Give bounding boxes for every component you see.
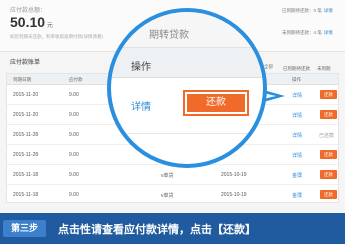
table-row: 2015-11-18 9.00 v单贷 2015-10-19 金璞 还款 bbox=[7, 165, 338, 185]
col-header-date: 到期日期 bbox=[13, 77, 31, 82]
row-date2: 2015-10-19 bbox=[221, 172, 247, 178]
col-header-due: 已到期待还款 bbox=[283, 66, 310, 71]
undue-detail-link[interactable]: 详情 bbox=[324, 30, 333, 35]
magnifier-header: 操作 bbox=[111, 48, 263, 78]
col-header-op: 操作 bbox=[292, 77, 301, 82]
overdue-note: 如您到期未还款，利率收取逾期付款(详情请看) bbox=[10, 34, 103, 39]
table-row: 2015-11-18 9.00 v单贷 2015-10-19 金璞 还款 bbox=[7, 185, 338, 205]
col-header-undue: 未到期 bbox=[317, 66, 331, 71]
row-pay-button[interactable]: 还款 bbox=[320, 90, 337, 99]
col-header-amount: 应付款 bbox=[69, 77, 83, 82]
row-detail-link[interactable]: 详情 bbox=[292, 132, 302, 139]
due-detail-link[interactable]: 详情 bbox=[324, 8, 333, 13]
due-count-line: 已到期待还款：0 笔详情 bbox=[282, 8, 344, 14]
row-detail-link[interactable]: 金璞 bbox=[292, 192, 302, 199]
row-pay-button[interactable]: 还款 bbox=[320, 150, 337, 159]
row-date: 2015-11-28 bbox=[13, 132, 39, 138]
row-pay-button[interactable]: 还款 bbox=[320, 170, 337, 179]
row-date: 2015-11-20 bbox=[13, 92, 39, 98]
magnifier-tab-strip: 期转贷款 bbox=[111, 12, 263, 48]
row-product: v单贷 bbox=[161, 173, 174, 179]
instruction-bar: 第三步 点击性请查看应付款详情，点击【还款】 bbox=[0, 213, 345, 244]
filter-all-tab[interactable]: 全部 bbox=[264, 64, 273, 70]
row-date: 2015-11-28 bbox=[13, 152, 39, 158]
total-payable-value: 50.10 bbox=[10, 14, 46, 30]
magnifier-pay-button[interactable]: 还款 bbox=[187, 94, 245, 112]
row-date2: 2015-10-19 bbox=[221, 192, 247, 198]
step-badge: 第三步 bbox=[3, 220, 46, 237]
row-amount: 9.00 bbox=[69, 192, 79, 198]
row-amount: 9.00 bbox=[69, 152, 79, 158]
instruction-text: 点击性请查看应付款详情，点击【还款】 bbox=[58, 224, 256, 236]
row-date: 2015-11-20 bbox=[13, 112, 39, 118]
due-count-text: 已到期待还款：0 笔 bbox=[282, 8, 322, 13]
row-product: v单贷 bbox=[161, 193, 174, 199]
magnifier-tab-label: 期转贷款 bbox=[149, 30, 189, 41]
row-date: 2015-11-18 bbox=[13, 172, 39, 178]
row-detail-link[interactable]: 详情 bbox=[292, 152, 302, 159]
row-amount: 9.00 bbox=[69, 132, 79, 138]
bill-section-title: 应付款账单 bbox=[10, 60, 41, 66]
undue-count-text: 未到期待还款：4 笔 bbox=[282, 30, 322, 35]
zoom-magnifier: 期转贷款 操作 详情 还款 详情 bbox=[107, 8, 267, 168]
magnifier-detail-link[interactable]: 详情 bbox=[131, 98, 151, 113]
pay-button-highlight: 还款 bbox=[183, 90, 249, 116]
row-amount: 9.00 bbox=[69, 172, 79, 178]
currency-unit: 元 bbox=[47, 23, 54, 29]
row-amount: 9.00 bbox=[69, 112, 79, 118]
row-pay-button[interactable]: 还款 bbox=[320, 110, 337, 119]
total-payable-amount: 50.10 元 bbox=[10, 14, 53, 30]
row-detail-link[interactable]: 金璞 bbox=[292, 172, 302, 179]
undue-count-line: 未到期待还款：4 笔详情 bbox=[282, 30, 344, 36]
row-detail-link[interactable]: 详情 bbox=[292, 92, 302, 99]
magnifier-op-header: 操作 bbox=[131, 62, 151, 73]
row-pay-button[interactable]: 还款 bbox=[320, 190, 337, 199]
row-date: 2015-11-18 bbox=[13, 192, 39, 198]
row-detail-link[interactable]: 详情 bbox=[292, 112, 302, 119]
total-payable-label: 应付款总额： bbox=[10, 8, 47, 14]
row-amount: 9.00 bbox=[69, 92, 79, 98]
row-paid-status: 已还款 bbox=[319, 133, 335, 139]
screenshot-stage: 应付款总额： 50.10 元 如您到期未还款，利率收取逾期付款(详情请看) 已到期… bbox=[0, 0, 345, 244]
